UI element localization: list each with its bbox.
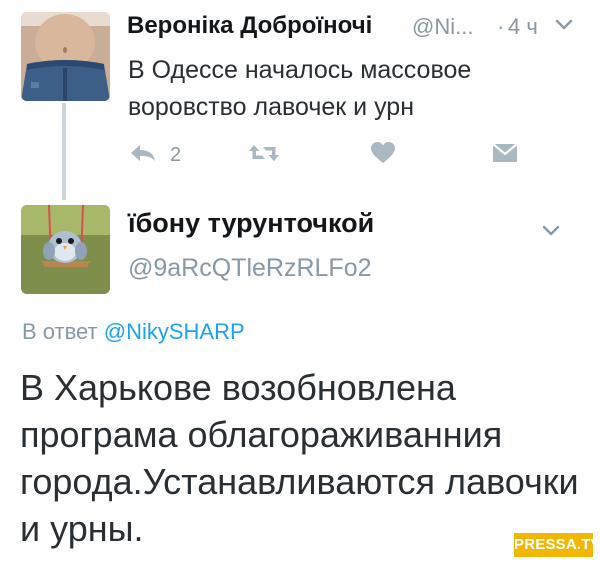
chevron-down-icon[interactable] <box>540 220 562 242</box>
author-avatar[interactable] <box>21 12 110 101</box>
reply-author-name[interactable]: їбону турунточкой <box>128 208 374 239</box>
watermark-badge: PRESSA.TV <box>514 533 600 557</box>
like-button[interactable] <box>370 141 396 169</box>
reply-author-avatar[interactable] <box>21 205 110 294</box>
reply-icon <box>128 142 158 169</box>
retweet-icon <box>248 142 280 169</box>
time-separator: · <box>497 14 505 39</box>
reply-author-handle[interactable]: @9aRcQTleRzRLFo2 <box>128 254 372 283</box>
tweet-text: В Одессе началось массовое воровство лав… <box>128 56 472 121</box>
retweet-button[interactable] <box>248 141 280 169</box>
reply-context-label: В ответ <box>22 319 98 344</box>
reply-tweet-text: В Харькове возобновлена програма облагор… <box>20 367 579 549</box>
reply-context: В ответ @NikySHARP <box>22 319 245 345</box>
tweet-timestamp[interactable]: 4 ч <box>508 14 538 40</box>
avatar-photo <box>21 12 110 101</box>
author-name[interactable]: Вероніка Доброїночі <box>127 12 372 40</box>
reply-count: 2 <box>170 143 182 166</box>
thread-connector <box>62 103 66 200</box>
avatar-photo <box>21 205 110 294</box>
heart-icon <box>370 141 396 170</box>
author-handle[interactable]: @Ni... <box>412 14 473 40</box>
reply-button[interactable]: 2 <box>128 141 181 169</box>
reply-mention-link[interactable]: @NikySHARP <box>104 319 245 344</box>
chevron-down-icon[interactable] <box>553 14 575 36</box>
direct-message-button[interactable] <box>492 141 518 169</box>
direct-message-icon <box>492 142 518 169</box>
